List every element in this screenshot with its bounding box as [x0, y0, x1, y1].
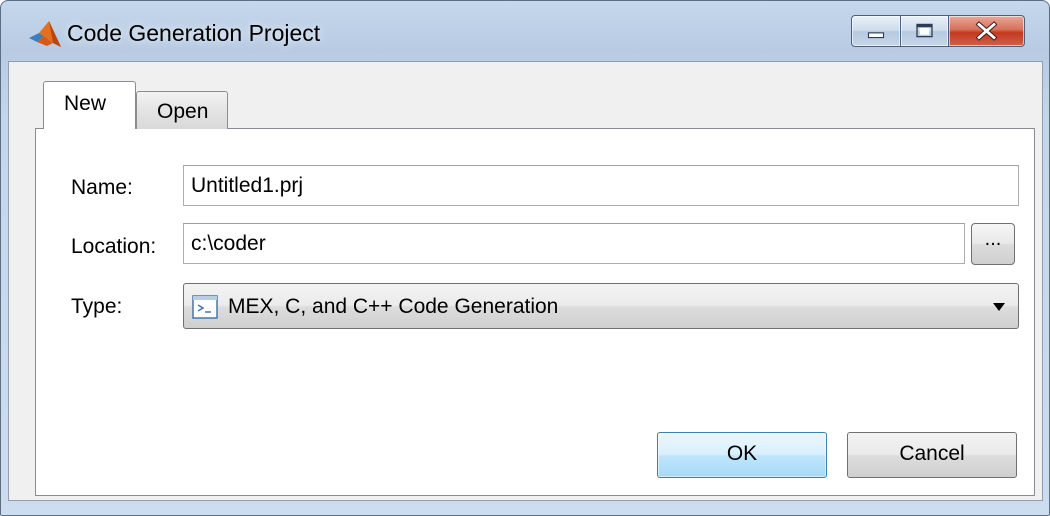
dialog-window: Code Generation Project New Open Name: U…	[0, 0, 1050, 516]
type-select[interactable]: MEX, C, and C++ Code Generation	[183, 283, 1019, 329]
type-select-value: MEX, C, and C++ Code Generation	[228, 295, 559, 318]
browse-button[interactable]: ...	[971, 223, 1015, 265]
ok-button[interactable]: OK	[657, 432, 827, 478]
minimize-button[interactable]	[851, 15, 901, 47]
close-button[interactable]	[949, 15, 1025, 47]
maximize-button[interactable]	[901, 15, 949, 47]
cancel-button[interactable]: Cancel	[847, 432, 1017, 478]
name-field[interactable]: Untitled1.prj	[183, 165, 1019, 206]
window-title: Code Generation Project	[67, 20, 321, 46]
title-bar[interactable]: Code Generation Project	[1, 1, 1049, 61]
matlab-logo-icon	[29, 21, 61, 47]
tab-open[interactable]: Open	[136, 91, 228, 129]
maximize-icon	[916, 23, 933, 38]
tab-new[interactable]: New	[43, 81, 136, 129]
name-label: Name:	[71, 176, 133, 199]
close-icon	[975, 21, 998, 41]
minimize-icon	[867, 32, 885, 39]
project-type-icon	[192, 295, 218, 319]
chevron-down-icon	[993, 303, 1005, 311]
location-label: Location:	[71, 235, 157, 258]
location-field[interactable]: c:\coder	[183, 223, 965, 264]
type-label: Type:	[71, 295, 123, 318]
